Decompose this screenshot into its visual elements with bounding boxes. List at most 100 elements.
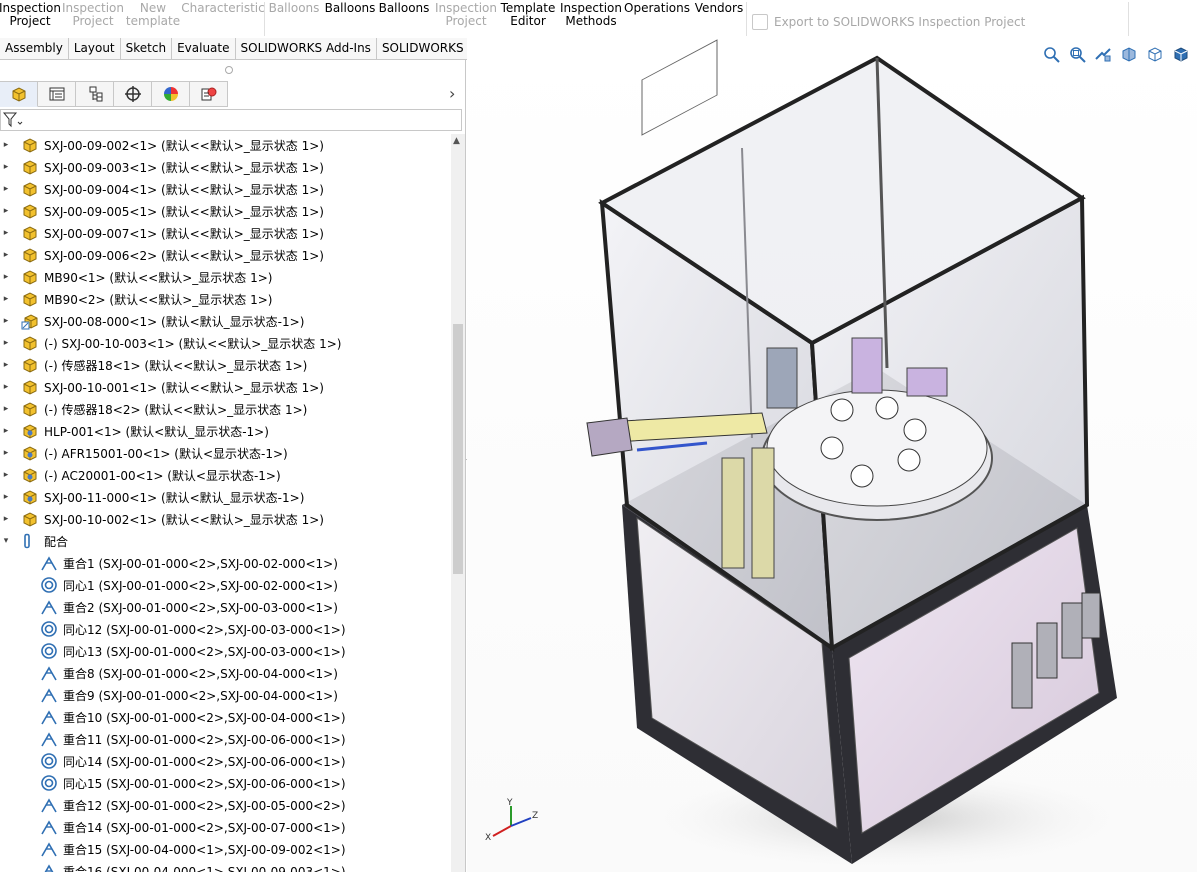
ribbon-button-7[interactable]: Inspection Project [435,0,497,38]
tree-item[interactable]: ▸ SXJ-00-09-006<2> (默认<<默认>_显示状态 1>) [0,244,324,266]
tree-item[interactable]: ▸ (-) 传感器18<1> (默认<<默认>_显示状态 1>) [0,354,307,376]
expand-arrow-icon[interactable]: ▸ [1,184,11,194]
tree-item[interactable]: ▸ SXJ-00-09-003<1> (默认<<默认>_显示状态 1>) [0,156,324,178]
coincident-mate-icon [40,708,58,726]
display-manager-tab[interactable] [152,81,190,107]
mate-item[interactable]: 重合16 (SXJ-00-04-000<1>,SXJ-00-09-003<1>) [0,860,346,872]
coincident-mate-icon [40,796,58,814]
filter-icon[interactable] [2,110,24,130]
collapse-arrow-icon[interactable]: ▾ [1,536,11,546]
mate-item[interactable]: 重合14 (SXJ-00-01-000<2>,SXJ-00-07-000<1>) [0,816,346,838]
expand-arrow-icon[interactable]: ▸ [1,470,11,480]
expand-arrow-icon[interactable]: ▸ [1,426,11,436]
tree-scrollbar[interactable]: ▲ [451,134,465,872]
tree-item[interactable]: ▸ SXJ-00-08-000<1> (默认<默认_显示状态-1>) [0,310,304,332]
ribbon-button-1[interactable]: Inspection Project [62,0,124,38]
tab-layout[interactable]: Layout [68,38,121,60]
tree-item[interactable]: ▸ (-) 传感器18<2> (默认<<默认>_显示状态 1>) [0,398,307,420]
part-assembly-icon [21,246,39,264]
ribbon-button-3[interactable]: Characteristic [181,0,264,38]
tree-item[interactable]: ▸ SXJ-00-09-002<1> (默认<<默认>_显示状态 1>) [0,134,324,156]
inspection-manager-tab[interactable] [190,81,228,107]
expand-arrow-icon[interactable]: ▸ [1,404,11,414]
tree-item[interactable]: ▸ MB90<2> (默认<<默认>_显示状态 1>) [0,288,272,310]
concentric-mate-icon [40,576,58,594]
mate-item[interactable]: 重合15 (SXJ-00-04-000<1>,SXJ-00-09-002<1>) [0,838,346,860]
tab-assembly[interactable]: Assembly [0,38,69,60]
expand-arrow-icon[interactable]: ▸ [1,140,11,150]
mates-folder[interactable]: ▾ 配合 [0,530,68,552]
export-to-inspection-project-button[interactable]: Export to SOLIDWORKS Inspection Project [752,14,1025,30]
tree-item-label: SXJ-00-09-002<1> (默认<<默认>_显示状态 1>) [44,138,324,153]
tree-item[interactable]: ▸ HLP-001<1> (默认<默认_显示状态-1>) [0,420,269,442]
expand-arrow-icon[interactable]: ▸ [1,448,11,458]
expand-arrow-icon[interactable]: ▸ [1,338,11,348]
tree-item[interactable]: ▸ (-) AC20001-00<1> (默认<显示状态-1>) [0,464,281,486]
ribbon-button-0[interactable]: Inspection Project [0,0,61,38]
ribbon-button-10[interactable]: Operations [624,0,690,38]
scroll-up-arrow[interactable]: ▲ [453,136,460,146]
expand-arrow-icon[interactable]: ▸ [1,272,11,282]
ribbon-button-4[interactable]: Balloons [266,0,322,38]
mate-item[interactable]: 同心15 (SXJ-00-01-000<2>,SXJ-00-06-000<1>) [0,772,346,794]
tree-item[interactable]: ▸ MB90<1> (默认<<默认>_显示状态 1>) [0,266,272,288]
expand-arrow-icon[interactable]: ▸ [1,360,11,370]
feature-tree: ▸ SXJ-00-09-002<1> (默认<<默认>_显示状态 1>) ▸ SXJ-… [0,134,450,872]
expand-arrow-icon[interactable]: ▸ [1,316,11,326]
graphics-viewport[interactable]: Y X Z [467,38,1197,872]
dimxpert-manager-tab[interactable] [114,81,152,107]
tree-item[interactable]: ▸ (-) AFR15001-00<1> (默认<显示状态-1>) [0,442,288,464]
ribbon-button-5[interactable]: Balloons [322,0,378,38]
tab-evaluate[interactable]: Evaluate [172,38,236,60]
ribbon-button-11[interactable]: Vendors [692,0,746,38]
expand-arrow-icon[interactable]: ▸ [1,162,11,172]
panel-grip[interactable] [225,66,233,74]
tab-sketch[interactable]: Sketch [120,38,173,60]
property-manager-tab[interactable] [38,81,76,107]
tree-item[interactable]: ▸ SXJ-00-09-004<1> (默认<<默认>_显示状态 1>) [0,178,324,200]
ribbon-button-9[interactable]: Inspection Methods [560,0,622,38]
tree-item-label: HLP-001<1> (默认<默认_显示状态-1>) [44,424,269,439]
subassembly-icon [21,422,39,440]
mate-item-label: 重合12 (SXJ-00-01-000<2>,SXJ-00-05-000<2>) [63,798,346,813]
expand-arrow-icon[interactable]: ▸ [1,228,11,238]
scrollbar-thumb[interactable] [453,324,463,574]
configuration-manager-tab[interactable] [76,81,114,107]
expand-arrow-icon[interactable]: ▸ [1,250,11,260]
mate-item[interactable]: 重合10 (SXJ-00-01-000<2>,SXJ-00-04-000<1>) [0,706,346,728]
expand-arrow-icon[interactable]: ▸ [1,294,11,304]
mate-item[interactable]: 重合8 (SXJ-00-01-000<2>,SXJ-00-04-000<1>) [0,662,338,684]
concentric-mate-icon [40,642,58,660]
mate-item[interactable]: 重合1 (SXJ-00-01-000<2>,SXJ-00-02-000<1>) [0,552,338,574]
expand-arrow-icon[interactable]: ▸ [1,206,11,216]
tree-item[interactable]: ▸ SXJ-00-10-002<1> (默认<<默认>_显示状态 1>) [0,508,324,530]
ribbon-button-line2: Project [9,14,51,28]
mate-item[interactable]: 重合11 (SXJ-00-01-000<2>,SXJ-00-06-000<1>) [0,728,346,750]
expand-arrow-icon[interactable]: ▸ [1,382,11,392]
mate-item-label: 重合2 (SXJ-00-01-000<2>,SXJ-00-03-000<1>) [63,600,338,615]
ribbon-button-8[interactable]: Template Editor [498,0,558,38]
mate-item[interactable]: 重合9 (SXJ-00-01-000<2>,SXJ-00-04-000<1>) [0,684,338,706]
ribbon-button-2[interactable]: New template [126,0,180,38]
mate-item[interactable]: 同心13 (SXJ-00-01-000<2>,SXJ-00-03-000<1>) [0,640,346,662]
part-assembly-icon [21,202,39,220]
ribbon-button-line1: Balloons [324,1,376,15]
tree-item[interactable]: ▸ SXJ-00-10-001<1> (默认<<默认>_显示状态 1>) [0,376,324,398]
expand-arrow-icon[interactable]: ▸ [1,492,11,502]
mate-item[interactable]: 重合12 (SXJ-00-01-000<2>,SXJ-00-05-000<2>) [0,794,346,816]
tree-filter-bar[interactable] [0,109,462,131]
feature-manager-tab[interactable] [0,81,38,107]
mate-item[interactable]: 同心14 (SXJ-00-01-000<2>,SXJ-00-06-000<1>) [0,750,346,772]
tree-item[interactable]: ▸ SXJ-00-09-005<1> (默认<<默认>_显示状态 1>) [0,200,324,222]
mate-item[interactable]: 重合2 (SXJ-00-01-000<2>,SXJ-00-03-000<1>) [0,596,338,618]
tree-item[interactable]: ▸ SXJ-00-09-007<1> (默认<<默认>_显示状态 1>) [0,222,324,244]
ribbon-button-6[interactable]: Balloons [378,0,430,38]
expand-arrow-icon[interactable]: ▸ [1,514,11,524]
mate-item[interactable]: 同心1 (SXJ-00-01-000<2>,SXJ-00-02-000<1>) [0,574,338,596]
tree-item[interactable]: ▸ (-) SXJ-00-10-003<1> (默认<<默认>_显示状态 1>) [0,332,341,354]
tree-item[interactable]: ▸ SXJ-00-11-000<1> (默认<默认_显示状态-1>) [0,486,304,508]
tab-solidworks-add-ins[interactable]: SOLIDWORKS Add-Ins [235,38,377,60]
chevron-right-icon[interactable]: › [449,84,455,103]
mate-item[interactable]: 同心12 (SXJ-00-01-000<2>,SXJ-00-03-000<1>) [0,618,346,640]
tree-item-label: SXJ-00-09-007<1> (默认<<默认>_显示状态 1>) [44,226,324,241]
